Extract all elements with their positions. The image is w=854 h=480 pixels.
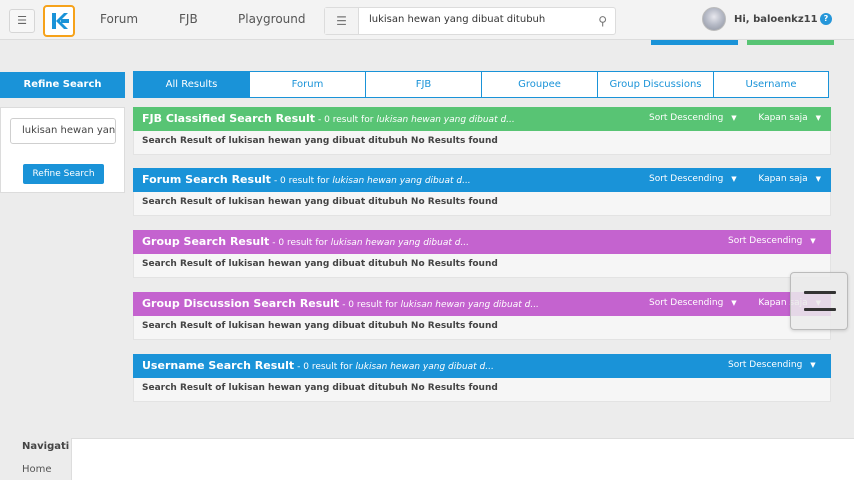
avatar[interactable] bbox=[702, 7, 726, 31]
time-filter-dropdown[interactable]: Kapan saja▼ bbox=[758, 113, 821, 123]
header-strip-green bbox=[747, 40, 834, 45]
tab-forum[interactable]: Forum bbox=[249, 71, 366, 98]
nav-fjb-link[interactable]: FJB bbox=[179, 12, 198, 26]
sort-dropdown[interactable]: Sort Descending ▼ bbox=[649, 174, 737, 184]
caret-down-icon: ▼ bbox=[810, 236, 816, 245]
header-strip-blue bbox=[651, 40, 738, 45]
tab-groupee[interactable]: Groupee bbox=[481, 71, 598, 98]
group-result-header: Group Search Result - 0 result for lukisan… bbox=[133, 230, 831, 254]
menu-bar-icon bbox=[804, 308, 836, 311]
tab-username[interactable]: Username bbox=[713, 71, 829, 98]
caret-down-icon: ▼ bbox=[731, 298, 737, 307]
logo-k-icon bbox=[52, 13, 69, 29]
user-greeting[interactable]: Hi, baloenkz11 bbox=[734, 14, 818, 25]
tab-all-results[interactable]: All Results bbox=[133, 71, 250, 98]
fjb-result-header: FJB Classified Search Result - 0 result f… bbox=[133, 107, 831, 131]
search-icon[interactable]: ⚲ bbox=[598, 14, 607, 28]
nav-forum-link[interactable]: Forum bbox=[100, 12, 138, 26]
username-result-body: Search Result of lukisan hewan yang dibu… bbox=[133, 378, 831, 402]
floating-menu-button[interactable] bbox=[790, 272, 848, 330]
menu-bar-icon bbox=[804, 291, 836, 294]
section-title: Username Search Result - 0 result for luki… bbox=[142, 359, 494, 372]
refine-search-heading: Refine Search bbox=[0, 72, 125, 98]
forum-result-body: Search Result of lukisan hewan yang dibu… bbox=[133, 192, 831, 216]
footer-navigation-heading: Navigati bbox=[22, 441, 70, 452]
group-result-body: Search Result of lukisan hewan yang dibu… bbox=[133, 254, 831, 278]
nav-playground-link[interactable]: Playground bbox=[238, 12, 305, 26]
group-discussion-result-body: Search Result of lukisan hewan yang dibu… bbox=[133, 316, 831, 340]
sort-dropdown[interactable]: Sort Descending ▼ bbox=[728, 236, 816, 246]
header-search-input[interactable]: lukisan hewan yang dibuat ditubuh bbox=[369, 14, 545, 25]
section-title: Forum Search Result - 0 result for lukisan… bbox=[142, 173, 471, 186]
refine-search-input[interactable]: lukisan hewan yang dibuat ditubuh bbox=[10, 118, 116, 144]
header-search: ☰ lukisan hewan yang dibuat ditubuh ⚲ bbox=[324, 7, 616, 35]
tab-fjb[interactable]: FJB bbox=[365, 71, 482, 98]
refine-search-panel: lukisan hewan yang dibuat ditubuh Refine… bbox=[0, 107, 125, 193]
section-title: FJB Classified Search Result - 0 result f… bbox=[142, 112, 515, 125]
section-title: Group Discussion Search Result - 0 result… bbox=[142, 297, 539, 310]
hamburger-menu-button[interactable]: ☰ bbox=[9, 9, 35, 33]
sort-dropdown[interactable]: Sort Descending ▼ bbox=[649, 113, 737, 123]
sort-dropdown[interactable]: Sort Descending ▼ bbox=[649, 298, 737, 308]
fjb-result-body: Search Result of lukisan hewan yang dibu… bbox=[133, 131, 831, 155]
footer-home-link[interactable]: Home bbox=[22, 464, 52, 475]
section-title: Group Search Result - 0 result for lukisan… bbox=[142, 235, 470, 248]
search-category-menu[interactable]: ☰ bbox=[325, 8, 359, 34]
sort-dropdown[interactable]: Sort Descending ▼ bbox=[728, 360, 816, 370]
caret-down-icon: ▼ bbox=[731, 113, 737, 122]
tab-group-discussions[interactable]: Group Discussions bbox=[597, 71, 714, 98]
caret-down-icon: ▼ bbox=[731, 174, 737, 183]
kaskus-logo[interactable] bbox=[43, 5, 75, 37]
username-result-header: Username Search Result - 0 result for luki… bbox=[133, 354, 831, 378]
group-discussion-result-header: Group Discussion Search Result - 0 result… bbox=[133, 292, 831, 316]
refine-search-button[interactable]: Refine Search bbox=[23, 164, 104, 184]
overlay-panel bbox=[71, 438, 854, 480]
help-icon[interactable]: ? bbox=[820, 13, 832, 25]
time-filter-dropdown[interactable]: Kapan saja▼ bbox=[758, 174, 821, 184]
caret-down-icon: ▼ bbox=[815, 113, 821, 122]
caret-down-icon: ▼ bbox=[815, 174, 821, 183]
caret-down-icon: ▼ bbox=[810, 360, 816, 369]
forum-result-header: Forum Search Result - 0 result for lukisan… bbox=[133, 168, 831, 192]
top-bar: ☰ Forum FJB Playground ☰ lukisan hewan y… bbox=[0, 0, 854, 40]
